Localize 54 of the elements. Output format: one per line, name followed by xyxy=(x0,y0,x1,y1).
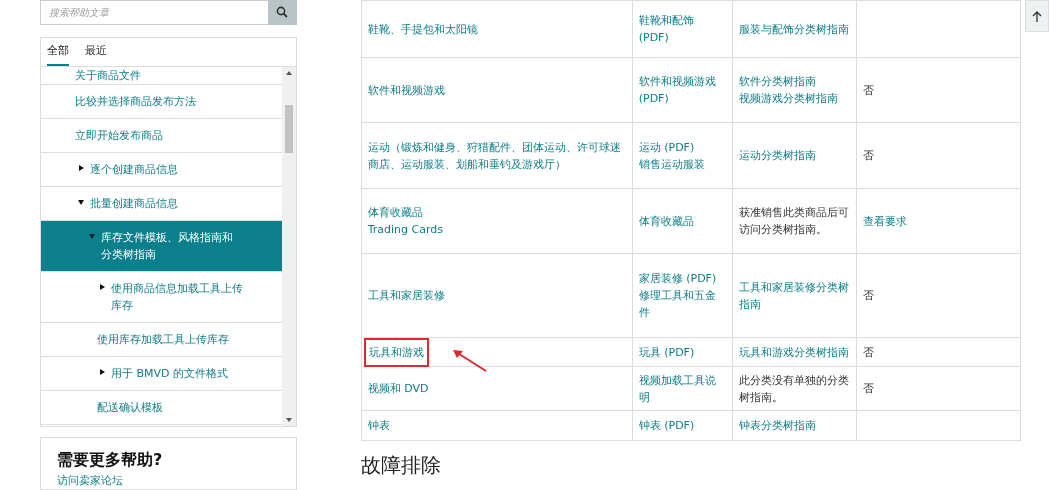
table-link[interactable]: 工具和家居装修 xyxy=(367,287,626,304)
forum-link[interactable]: 访问卖家论坛 xyxy=(57,472,280,489)
caret-right-icon xyxy=(99,283,105,290)
table-link[interactable]: 软件和视频游戏 (PDF) xyxy=(638,73,726,107)
table-link[interactable]: 玩具 (PDF) xyxy=(638,343,726,361)
table-cell-text: 否 xyxy=(862,344,875,361)
table-cell-text: 此分类没有单独的分类树指南。 xyxy=(738,372,850,406)
table-link[interactable]: 运动分类树指南 xyxy=(738,147,850,164)
nav-tab[interactable]: 最近 xyxy=(85,43,107,66)
caret-right-icon xyxy=(99,368,105,375)
back-to-top-button[interactable] xyxy=(1025,0,1049,32)
table-link[interactable]: 软件和视频游戏 xyxy=(367,81,626,99)
caret-right-icon xyxy=(78,164,84,171)
table-link[interactable]: 运动（锻炼和健身、狩猎配件、团体运动、许可球迷商店、运动服装、划船和垂钓及游戏厅） xyxy=(367,138,626,173)
scroll-up-icon[interactable] xyxy=(285,70,292,75)
table-cell-text: 否 xyxy=(862,381,875,397)
table-cell-text: 否 xyxy=(862,82,875,99)
table-link[interactable]: 玩具和游戏 xyxy=(363,337,429,367)
table-link[interactable]: 视频游戏分类树指南 xyxy=(738,90,850,107)
table-link[interactable]: 体育收藏品 xyxy=(638,212,726,230)
scroll-down-icon[interactable] xyxy=(285,417,292,422)
table-link[interactable]: 家居装修 (PDF) xyxy=(638,270,726,287)
caret-down-icon xyxy=(89,232,95,239)
table-link[interactable]: 体育收藏品 xyxy=(367,204,626,221)
caret-down-icon xyxy=(78,198,84,205)
table-link[interactable]: 钟表 (PDF) xyxy=(638,417,726,434)
nav-item[interactable]: 库存文件模板、风格指南和分类树指南 xyxy=(41,220,282,272)
table-cell-text: 获准销售此类商品后可访问分类树指南。 xyxy=(738,205,850,238)
table-link[interactable]: 服装与配饰分类树指南 xyxy=(738,20,850,38)
table-link[interactable]: 运动 (PDF) xyxy=(638,138,726,156)
table-link[interactable]: 钟表 xyxy=(367,417,626,434)
table-link[interactable]: 查看要求 xyxy=(862,212,1014,230)
search-icon xyxy=(276,6,289,19)
table-link[interactable]: 销售运动服装 xyxy=(638,155,726,173)
table-link[interactable]: 软件分类树指南 xyxy=(738,73,850,90)
annotation-arrow xyxy=(451,348,488,372)
table-link[interactable]: 视频加载工具说明 xyxy=(638,371,726,406)
up-arrow-icon xyxy=(1032,10,1042,22)
table-link[interactable]: 视频和 DVD xyxy=(367,380,626,397)
table-cell-text: 否 xyxy=(862,148,875,164)
nav-tab[interactable]: 全部 xyxy=(47,43,69,66)
table-link[interactable]: 修理工具和五金件 xyxy=(638,287,726,321)
help-heading: 需要更多帮助? xyxy=(57,449,164,470)
search-button[interactable] xyxy=(267,0,297,25)
table-link[interactable]: 工具和家居装修分类树指南 xyxy=(738,278,850,313)
table-link[interactable]: 玩具和游戏分类树指南 xyxy=(738,343,850,361)
table-link[interactable]: 鞋靴、手提包和太阳镜 xyxy=(367,20,626,38)
table-link[interactable]: Trading Cards xyxy=(367,221,626,238)
table-link[interactable]: 鞋靴和配饰 (PDF) xyxy=(638,12,726,46)
table-cell-text: 否 xyxy=(862,288,875,304)
scrollbar-thumb[interactable] xyxy=(284,104,293,153)
search-field[interactable]: 搜索帮助文章 xyxy=(40,0,268,25)
section-heading: 故障排除 xyxy=(360,453,442,478)
table-link[interactable]: 钟表分类树指南 xyxy=(738,417,850,434)
